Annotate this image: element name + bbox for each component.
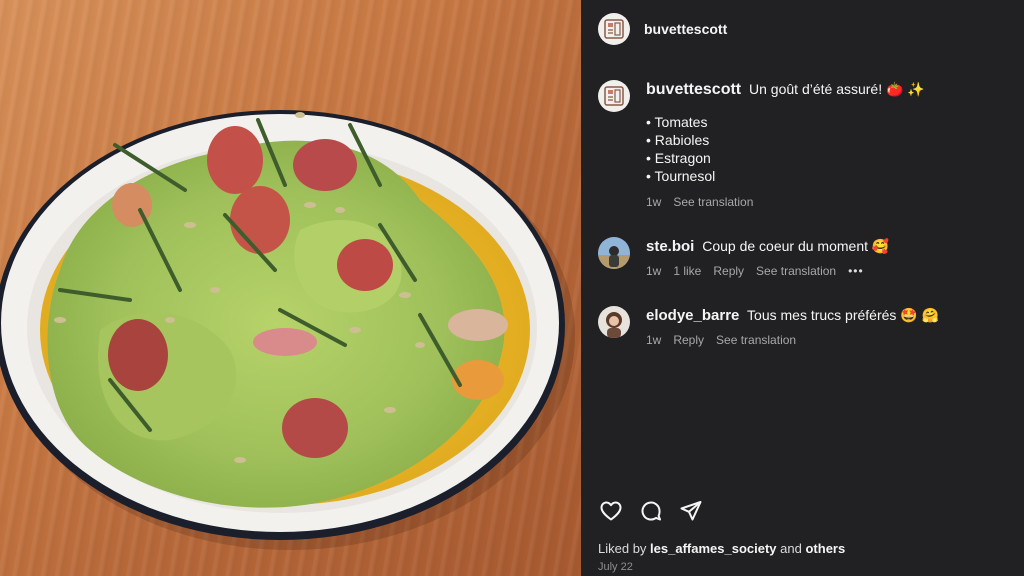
liked-by-and: and xyxy=(780,541,802,556)
post-actions xyxy=(598,498,704,524)
user-photo-icon xyxy=(598,306,630,338)
comment-button[interactable] xyxy=(638,498,664,524)
liked-by-prefix: Liked by xyxy=(598,541,647,556)
comment-text: Tous mes trucs préférés 🤩 🤗 xyxy=(747,307,940,323)
reply-button[interactable]: Reply xyxy=(673,333,704,347)
comment-icon xyxy=(641,501,661,521)
ingredient-item: • Rabioles xyxy=(646,132,710,148)
comment-text-line: elodye_barre Tous mes trucs préférés 🤩 🤗 xyxy=(646,306,939,325)
comment: ste.boi Coup de coeur du moment 🥰 1w 1 l… xyxy=(598,237,1008,278)
heart-icon xyxy=(600,501,622,521)
liked-by: Liked by les_affames_society and others xyxy=(598,541,845,556)
caption-text-line: buvettescott Un goût d’été assuré! 🍅 ✨ xyxy=(646,80,925,99)
post-header: buvettescott xyxy=(598,12,727,46)
user-photo-icon xyxy=(598,237,630,269)
more-options-icon[interactable]: ••• xyxy=(848,264,864,278)
comment-time: 1w xyxy=(646,333,662,347)
share-button[interactable] xyxy=(678,498,704,524)
post-view: buvettescott buvettescott Un goût d’été … xyxy=(0,0,1024,576)
author-username[interactable]: buvettescott xyxy=(644,21,727,37)
ingredient-item: • Tomates xyxy=(646,114,708,130)
caption-meta: 1w See translation xyxy=(646,195,925,209)
see-translation-link[interactable]: See translation xyxy=(673,195,753,209)
comment-time: 1w xyxy=(646,264,662,278)
liked-by-user[interactable]: les_affames_society xyxy=(650,541,776,556)
reply-button[interactable]: Reply xyxy=(713,264,744,278)
comment-likes[interactable]: 1 like xyxy=(673,264,701,278)
caption-time: 1w xyxy=(646,195,662,209)
comments-panel: buvettescott buvettescott Un goût d’été … xyxy=(581,0,1024,576)
post-caption: buvettescott Un goût d’été assuré! 🍅 ✨ •… xyxy=(598,80,1008,209)
author-avatar[interactable] xyxy=(598,13,630,45)
ingredient-list: • Tomates • Rabioles • Estragon • Tourne… xyxy=(646,113,925,185)
caption-username[interactable]: buvettescott xyxy=(646,81,741,98)
comment-username[interactable]: ste.boi xyxy=(646,238,694,255)
liked-by-others[interactable]: others xyxy=(805,541,845,556)
comment-meta: 1w 1 like Reply See translation ••• xyxy=(646,264,889,278)
commenter-avatar[interactable] xyxy=(598,237,630,269)
comment-text: Coup de coeur du moment 🥰 xyxy=(702,238,890,254)
comment-username[interactable]: elodye_barre xyxy=(646,307,739,324)
caption-avatar[interactable] xyxy=(598,80,630,112)
send-icon xyxy=(680,501,702,521)
store-logo-icon xyxy=(604,86,624,106)
like-button[interactable] xyxy=(598,498,624,524)
post-date: July 22 xyxy=(598,561,633,573)
ingredient-item: • Estragon xyxy=(646,150,711,166)
store-logo-icon xyxy=(604,19,624,39)
post-image[interactable] xyxy=(0,0,581,576)
comment: elodye_barre Tous mes trucs préférés 🤩 🤗… xyxy=(598,306,1008,347)
comment-text-line: ste.boi Coup de coeur du moment 🥰 xyxy=(646,237,889,256)
ingredient-item: • Tournesol xyxy=(646,168,716,184)
caption-text: Un goût d’été assuré! 🍅 ✨ xyxy=(749,81,925,97)
see-translation-link[interactable]: See translation xyxy=(716,333,796,347)
see-translation-link[interactable]: See translation xyxy=(756,264,836,278)
comment-meta: 1w Reply See translation xyxy=(646,333,939,347)
plate-illustration xyxy=(0,110,575,550)
commenter-avatar[interactable] xyxy=(598,306,630,338)
